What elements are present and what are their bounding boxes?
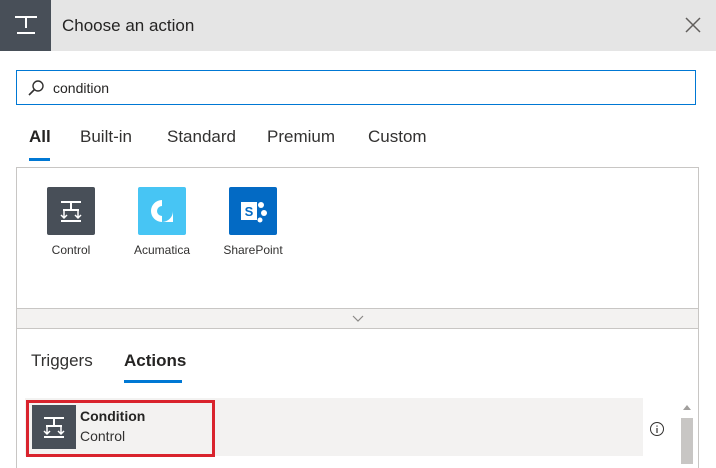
tab-all[interactable]: All [29,127,51,147]
active-tab-indicator [29,158,50,161]
highlight-box [26,400,215,457]
svg-text:S: S [245,204,254,219]
tab-triggers[interactable]: Triggers [31,351,93,371]
sharepoint-icon: S [229,187,277,235]
search-input[interactable] [53,71,673,104]
tab-premium[interactable]: Premium [267,127,335,147]
control-icon [47,187,95,235]
expand-connectors-button[interactable] [17,308,698,328]
tab-actions[interactable]: Actions [124,351,186,371]
scrollbar-thumb[interactable] [681,418,693,464]
search-box[interactable] [16,70,696,105]
connector-control[interactable]: Control [31,187,111,257]
chevron-down-icon [352,315,363,322]
control-icon [0,0,51,51]
tab-custom[interactable]: Custom [368,127,427,147]
close-icon [685,17,701,33]
connector-label: Acumatica [133,243,191,257]
info-icon[interactable] [649,421,665,442]
acumatica-icon [138,187,186,235]
tab-standard[interactable]: Standard [167,127,236,147]
active-subtab-indicator [124,380,182,383]
dialog-title: Choose an action [62,16,195,35]
connector-panel: Control Acumatica S SharePoint [16,167,699,329]
scrollbar[interactable] [679,400,695,464]
dialog-header: Choose an action [0,0,716,51]
connector-label: SharePoint [223,243,283,257]
tab-built-in[interactable]: Built-in [80,127,132,147]
connector-label: Control [51,243,91,257]
close-button[interactable] [680,12,706,38]
search-icon [28,80,44,96]
connector-acumatica[interactable]: Acumatica [122,187,202,257]
chevron-up-icon[interactable] [683,404,691,410]
connector-sharepoint[interactable]: S SharePoint [213,187,293,257]
